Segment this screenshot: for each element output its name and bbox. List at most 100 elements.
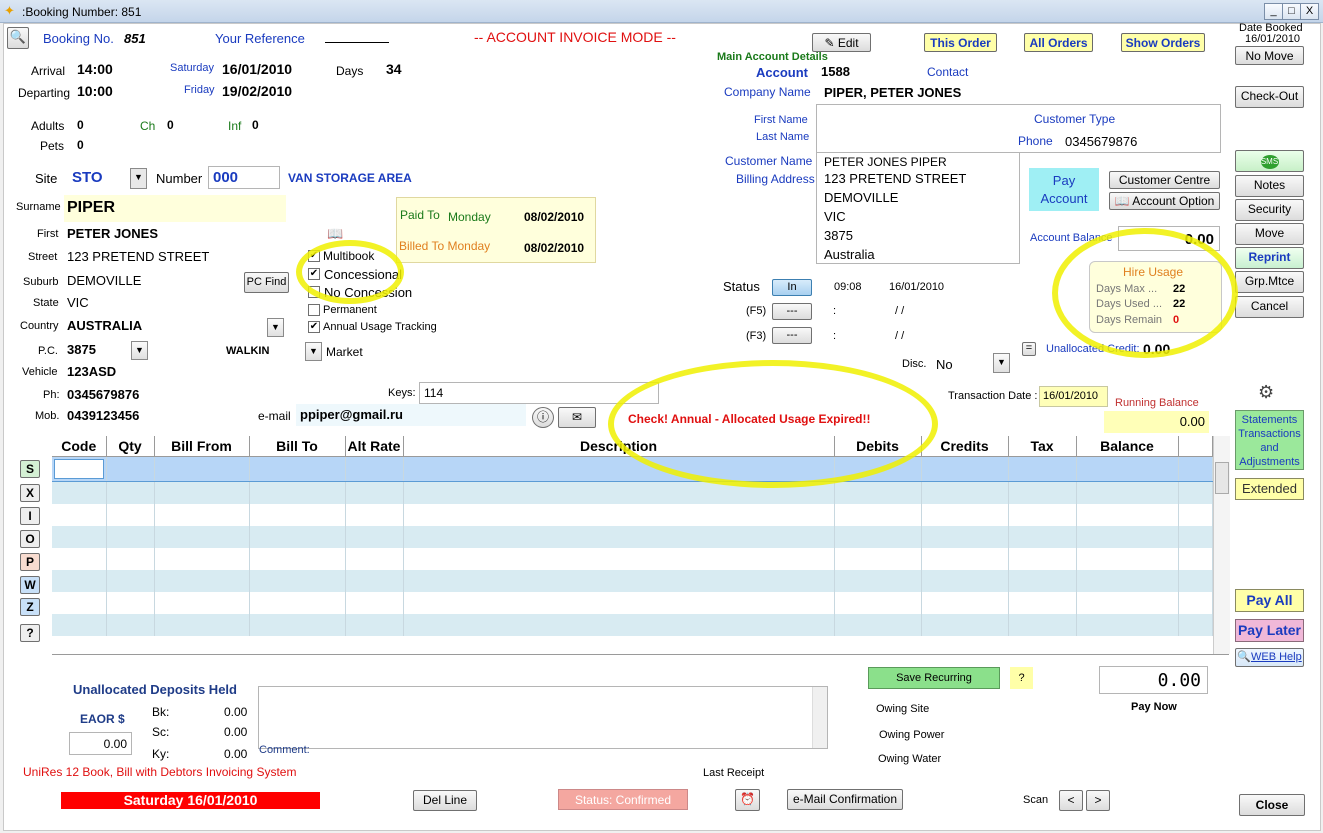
account-number[interactable]: 1588 <box>821 64 850 79</box>
column-header[interactable]: Balance <box>1076 436 1179 457</box>
column-header[interactable]: Bill To <box>249 436 346 457</box>
table-row[interactable] <box>52 481 1213 504</box>
first-value[interactable]: PETER JONES <box>67 226 158 241</box>
f5-button[interactable]: --- <box>772 303 812 320</box>
status-in-button[interactable]: In <box>772 279 812 296</box>
no-concession-checkbox[interactable] <box>308 286 320 298</box>
comment-scrollbar[interactable] <box>812 687 827 748</box>
security-button[interactable]: Security <box>1235 199 1304 221</box>
table-row[interactable] <box>52 570 1213 592</box>
billing-address-box[interactable]: PETER JONES PIPER 123 PRETEND STREET DEM… <box>816 152 1020 264</box>
table-row[interactable] <box>52 526 1213 548</box>
column-header[interactable]: Tax <box>1008 436 1077 457</box>
statements-button[interactable]: Statements Transactions and Adjustments <box>1235 410 1304 470</box>
table-row[interactable] <box>52 504 1213 526</box>
this-order-button[interactable]: This Order <box>924 33 997 52</box>
scan-prev-button[interactable]: < <box>1059 790 1083 811</box>
column-header[interactable]: Code <box>52 436 107 457</box>
table-row[interactable] <box>52 614 1213 636</box>
suburb-value[interactable]: DEMOVILLE <box>67 273 141 288</box>
pay-now-field[interactable]: 0.00 <box>1099 666 1208 694</box>
pay-account-button[interactable]: Pay Account <box>1029 168 1099 211</box>
departing-date[interactable]: 19/02/2010 <box>222 83 292 99</box>
street-value[interactable]: 123 PRETEND STREET <box>67 249 209 264</box>
move-button[interactable]: Move <box>1235 223 1304 245</box>
surname-field[interactable]: PIPER <box>64 195 286 222</box>
check-out-button[interactable]: Check-Out <box>1235 86 1304 108</box>
del-line-button[interactable]: Del Line <box>413 790 477 811</box>
your-reference-field[interactable] <box>325 42 389 43</box>
side-button-x[interactable]: X <box>20 484 40 502</box>
address-book-icon[interactable]: 📖 <box>327 226 343 242</box>
disc-dropdown[interactable]: ▼ <box>993 353 1010 373</box>
email-confirmation-button[interactable]: e-Mail Confirmation <box>787 789 903 810</box>
recurring-help-button[interactable]: ? <box>1010 667 1033 689</box>
notes-button[interactable]: Notes <box>1235 175 1304 197</box>
column-header[interactable]: Bill From <box>154 436 250 457</box>
site-number-field[interactable]: 000 <box>208 166 280 189</box>
f3-button[interactable]: --- <box>772 327 812 344</box>
edit-button[interactable]: ✎ Edit <box>812 33 871 52</box>
extended-button[interactable]: Extended <box>1235 478 1304 500</box>
site-code[interactable]: STO <box>72 169 103 186</box>
eaor-field[interactable]: 0.00 <box>69 732 132 755</box>
sms-button[interactable]: SMS <box>1235 150 1304 172</box>
close-window-button[interactable]: X <box>1300 3 1319 20</box>
cancel-button[interactable]: Cancel <box>1235 296 1304 318</box>
vehicle-value[interactable]: 123ASD <box>67 364 116 379</box>
mob-value[interactable]: 0439123456 <box>67 408 139 423</box>
arrival-time[interactable]: 14:00 <box>77 61 113 77</box>
permanent-checkbox[interactable] <box>308 304 320 316</box>
side-button-p[interactable]: P <box>20 553 40 571</box>
group-maintenance-button[interactable]: Grp.Mtce <box>1235 271 1304 293</box>
pc-dropdown[interactable]: ▼ <box>131 341 148 360</box>
code-input[interactable] <box>54 459 104 479</box>
alarm-button[interactable]: ⏰ <box>735 789 760 811</box>
ch-value[interactable]: 0 <box>167 118 174 132</box>
arrival-date[interactable]: 16/01/2010 <box>222 61 292 77</box>
side-button-o[interactable]: O <box>20 530 40 548</box>
unallocated-expand-button[interactable]: = <box>1022 342 1036 356</box>
column-header[interactable]: Credits <box>921 436 1009 457</box>
transaction-date-field[interactable]: 16/01/2010 <box>1039 386 1108 407</box>
pc-value[interactable]: 3875 <box>67 342 96 357</box>
table-row[interactable] <box>52 456 1213 482</box>
phone-value[interactable]: 0345679876 <box>1065 134 1137 149</box>
adults-value[interactable]: 0 <box>77 118 84 132</box>
ph-value[interactable]: 0345679876 <box>67 387 139 402</box>
close-button[interactable]: Close <box>1239 794 1305 816</box>
days-value[interactable]: 34 <box>386 61 402 77</box>
show-orders-button[interactable]: Show Orders <box>1121 33 1205 52</box>
minimize-button[interactable]: _ <box>1264 3 1283 20</box>
disc-value[interactable]: No <box>936 357 953 372</box>
side-button-w[interactable]: W <box>20 576 40 594</box>
pay-all-button[interactable]: Pay All <box>1235 589 1304 612</box>
table-row[interactable] <box>52 592 1213 614</box>
status-confirmed-button[interactable]: Status: Confirmed <box>558 789 688 810</box>
departing-time[interactable]: 10:00 <box>77 83 113 99</box>
transaction-grid[interactable]: Code Qty Bill From Bill To Alt Rate Desc… <box>52 436 1213 636</box>
column-header[interactable]: Debits <box>834 436 922 457</box>
column-header[interactable]: Qty <box>106 436 155 457</box>
market-dropdown[interactable]: ▼ <box>305 342 322 361</box>
customer-centre-button[interactable]: Customer Centre <box>1109 171 1220 189</box>
inf-value[interactable]: 0 <box>252 118 259 132</box>
maximize-button[interactable]: □ <box>1282 3 1301 20</box>
web-help-button[interactable]: 🔍WEB Help <box>1235 648 1304 667</box>
site-dropdown[interactable]: ▼ <box>130 168 147 189</box>
annual-usage-checkbox[interactable]: ✔ <box>308 321 320 333</box>
comment-textarea[interactable] <box>258 686 828 749</box>
multibook-checkbox[interactable]: ✔ <box>308 250 320 262</box>
reprint-button[interactable]: Reprint <box>1235 247 1304 269</box>
company-name[interactable]: PIPER, PETER JONES <box>824 85 961 100</box>
state-value[interactable]: VIC <box>67 295 89 310</box>
no-move-button[interactable]: No Move <box>1235 46 1304 65</box>
save-recurring-button[interactable]: Save Recurring <box>868 667 1000 689</box>
side-button-i[interactable]: I <box>20 507 40 525</box>
search-button[interactable]: 🔍 <box>7 27 29 49</box>
country-dropdown[interactable]: ▼ <box>267 318 284 337</box>
pets-value[interactable]: 0 <box>77 138 84 152</box>
scroll-thumb[interactable] <box>1215 462 1229 494</box>
account-option-button[interactable]: 📖 Account Option <box>1109 192 1220 210</box>
column-header[interactable]: Alt Rate <box>345 436 404 457</box>
